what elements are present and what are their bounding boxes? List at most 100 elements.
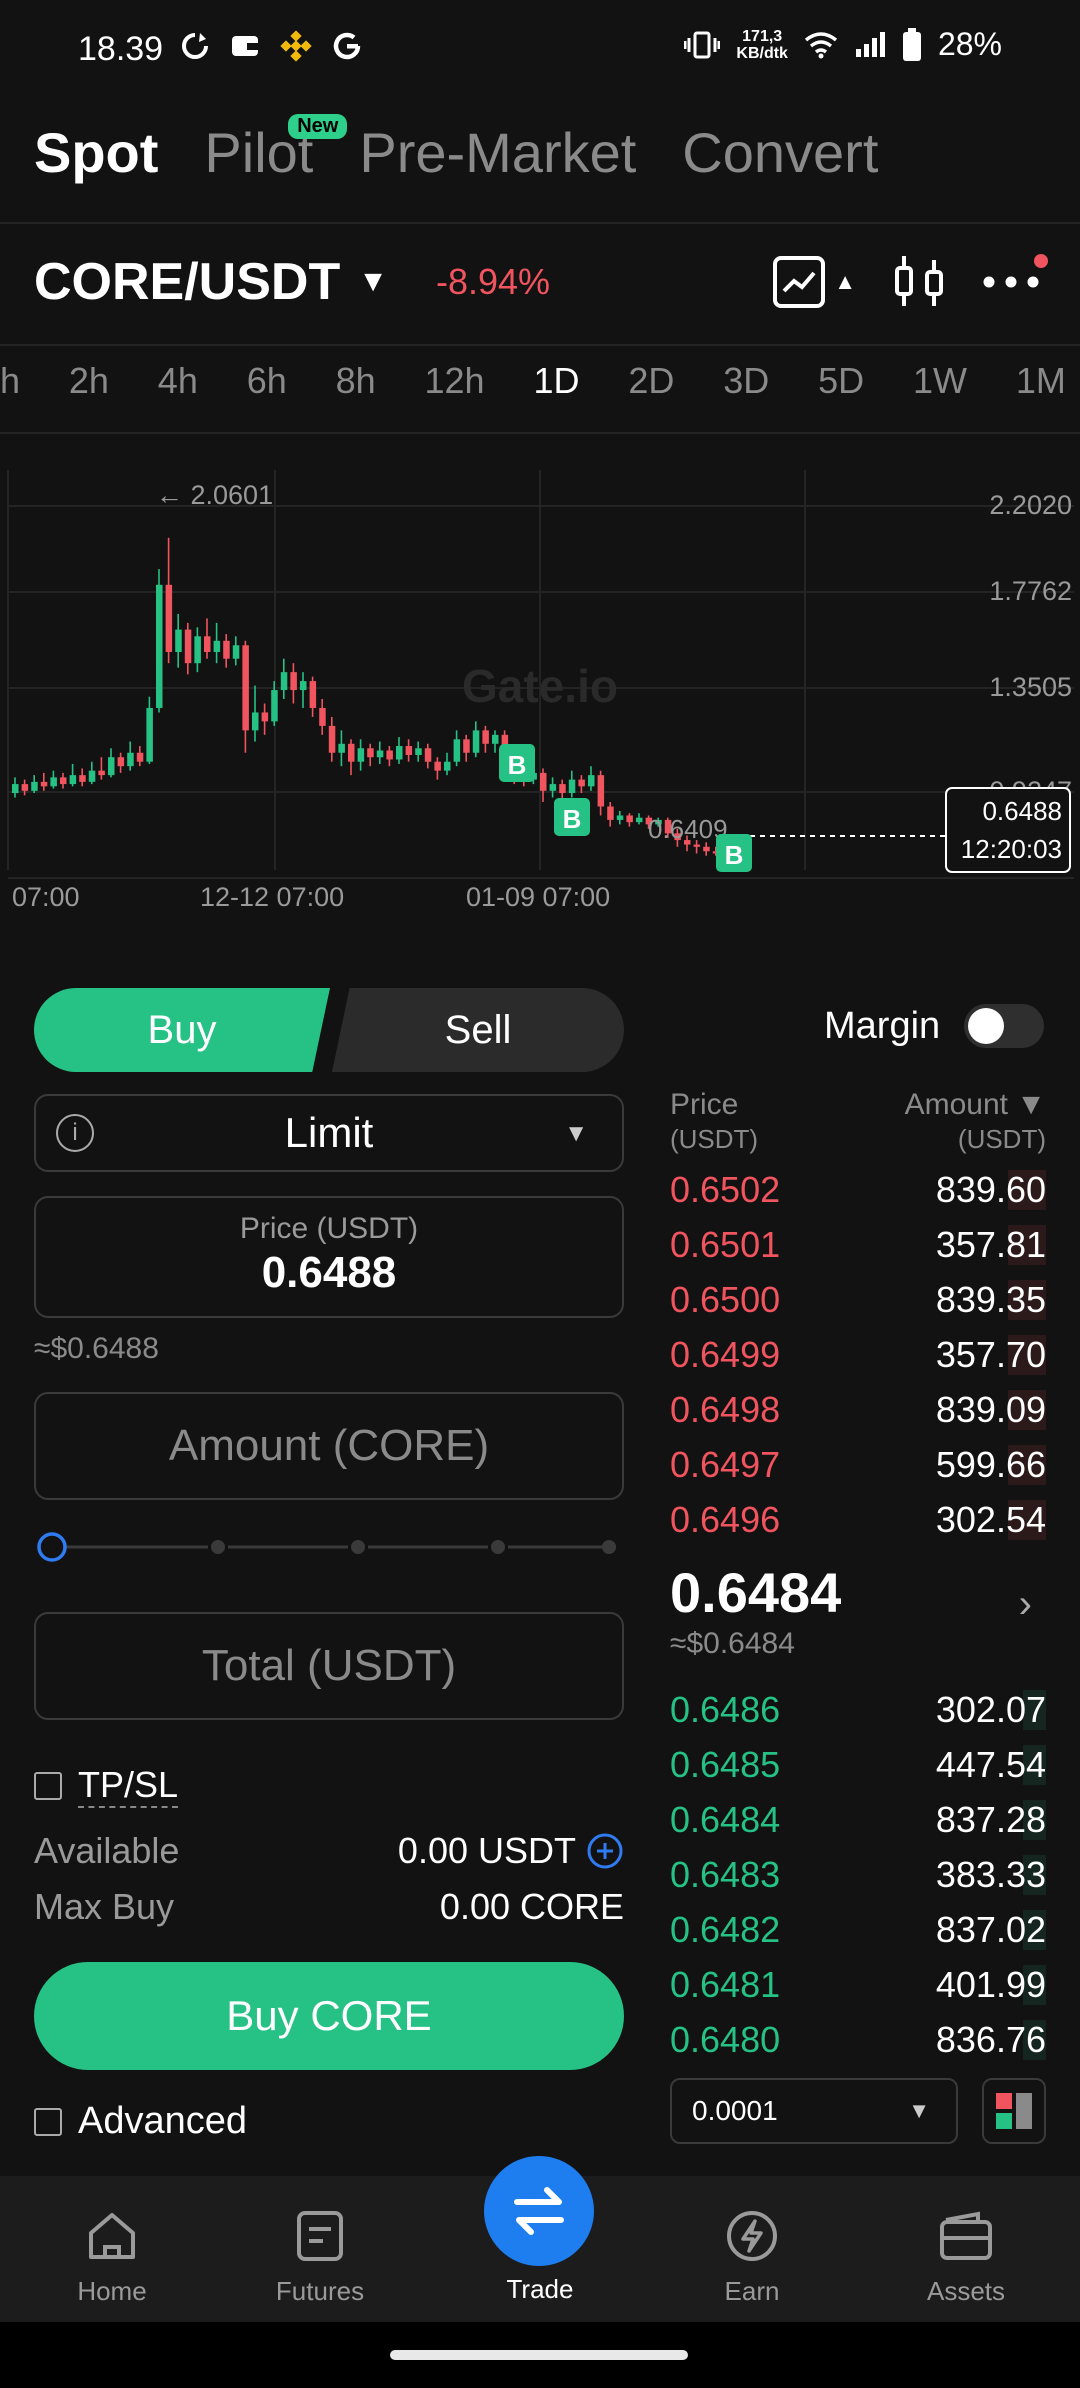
sell-tab[interactable]: Sell — [332, 988, 624, 1072]
tpsl-checkbox[interactable] — [34, 1772, 62, 1800]
timeframe-4h[interactable]: 4h — [158, 360, 198, 402]
tab-convert[interactable]: Convert — [682, 120, 878, 185]
book-layout-icon — [996, 2093, 1032, 2129]
nav-earn[interactable]: Earn — [672, 2206, 832, 2307]
ask-row[interactable]: 0.6501 357.81 — [670, 1217, 1046, 1272]
tab-spot[interactable]: Spot — [34, 120, 158, 185]
candle-body — [559, 784, 566, 794]
price-chart[interactable]: Gate.io2.20201.77621.35050.924707:0012-1… — [0, 470, 1080, 925]
candle-body — [424, 748, 432, 762]
timeframe-3D[interactable]: 3D — [723, 360, 769, 402]
amount-input[interactable]: Amount (CORE) — [34, 1392, 624, 1500]
buy-tab[interactable]: Buy — [34, 988, 330, 1072]
candle-body — [165, 584, 173, 652]
ask-row[interactable]: 0.6497 599.66 — [670, 1437, 1046, 1492]
candle-body — [98, 770, 105, 776]
network-speed-unit: KB/dtk — [736, 44, 788, 62]
candle-body — [453, 739, 461, 762]
ask-amount: 599.66 — [935, 1443, 1046, 1485]
advanced-checkbox[interactable] — [34, 2107, 62, 2136]
margin-toggle[interactable] — [964, 1004, 1045, 1048]
nav-futures[interactable]: Futures — [240, 2206, 400, 2307]
bid-row[interactable]: 0.6482 837.02 — [670, 1902, 1046, 1957]
bid-row[interactable]: 0.6483 383.33 — [670, 1847, 1046, 1902]
amount-header-label: Amount ▼ — [904, 1088, 1046, 1121]
ask-row[interactable]: 0.6502 839.60 — [670, 1162, 1046, 1217]
precision-select[interactable]: 0.0001 ▼ — [670, 2078, 958, 2144]
order-type-select[interactable]: i Limit ▼ — [34, 1094, 624, 1172]
timeframe-1D[interactable]: 1D — [533, 360, 579, 402]
price-label: Price (USDT) — [239, 1212, 419, 1245]
sync-icon — [182, 33, 208, 59]
ask-row[interactable]: 0.6496 302.54 — [670, 1492, 1046, 1547]
price-approx-usd: ≈$0.6488 — [34, 1332, 159, 1365]
timeframe-6h[interactable]: 6h — [247, 360, 287, 402]
candle-body — [616, 815, 624, 820]
ask-row[interactable]: 0.6500 839.35 — [670, 1272, 1046, 1327]
timeframe-12h[interactable]: 12h — [425, 360, 485, 402]
candle-body — [146, 707, 153, 762]
bid-row[interactable]: 0.6484 837.28 — [670, 1792, 1046, 1847]
candle-body — [117, 757, 125, 767]
timeframe-2h[interactable]: 2h — [69, 360, 109, 402]
tab-pre-market[interactable]: Pre-Market — [359, 120, 636, 185]
amount-column-header[interactable]: Amount ▼ (USDT) — [905, 1088, 1046, 1156]
more-icon[interactable] — [982, 275, 1040, 289]
total-input[interactable]: Total (USDT) — [34, 1612, 624, 1720]
ask-row[interactable]: 0.6499 357.70 — [670, 1327, 1046, 1382]
book-layout-button[interactable] — [982, 2078, 1046, 2144]
bid-price: 0.6482 — [670, 1908, 781, 1950]
price-column-header: Price (USDT) — [670, 1088, 758, 1156]
chart-toggle-button[interactable]: ▲ — [772, 255, 856, 309]
timeframe-1M[interactable]: 1M — [1016, 360, 1066, 402]
candle-body — [175, 629, 182, 652]
timeframe-1W[interactable]: 1W — [913, 360, 967, 402]
candle-body — [319, 707, 326, 726]
bid-row[interactable]: 0.6486 302.07 — [670, 1682, 1046, 1737]
candle-body — [588, 775, 595, 787]
timeframe-2D[interactable]: 2D — [628, 360, 674, 402]
tab-pilot[interactable]: Pilot New — [204, 114, 348, 185]
candle-body — [40, 781, 48, 787]
wifi-icon — [804, 31, 838, 58]
candle-body — [367, 748, 374, 758]
candle-body — [194, 636, 201, 664]
buy-marker-label: B — [508, 750, 527, 780]
ask-row[interactable]: 0.6498 839.09 — [670, 1382, 1046, 1437]
tpsl-option[interactable]: TP/SL — [34, 1764, 179, 1808]
add-funds-icon[interactable] — [586, 1832, 624, 1870]
candle-body — [136, 752, 144, 762]
max-buy-label: Max Buy — [34, 1886, 175, 1927]
available-value: 0.00 USDT — [397, 1830, 576, 1871]
bid-row[interactable]: 0.6480 836.76 — [670, 2012, 1046, 2067]
timeframe-h[interactable]: h — [0, 360, 20, 402]
advanced-option[interactable]: Advanced — [34, 2100, 247, 2143]
bid-amount: 383.33 — [935, 1853, 1046, 1895]
buy-core-button[interactable]: Buy CORE — [34, 1962, 624, 2070]
candle-body — [204, 636, 211, 652]
price-input[interactable]: Price (USDT) 0.6488 — [34, 1196, 624, 1318]
nav-earn-label: Earn — [724, 2276, 780, 2306]
candlestick-icon[interactable] — [892, 254, 946, 310]
nav-trade[interactable] — [484, 2156, 594, 2266]
candle-body — [472, 730, 480, 753]
timeframe-5D[interactable]: 5D — [818, 360, 864, 402]
pair-toolbar: ▲ — [772, 254, 1040, 310]
status-bar: 18.39 171,3 KB/dtk 28% — [0, 0, 1080, 100]
home-indicator[interactable] — [390, 2350, 688, 2360]
pair-selector[interactable]: CORE/USDT ▼ -8.94% — [34, 252, 550, 312]
candle-body — [290, 672, 297, 691]
bid-row[interactable]: 0.6481 401.99 — [670, 1957, 1046, 2012]
amount-slider[interactable] — [34, 1532, 624, 1562]
x-axis-tick: 12-12 07:00 — [200, 882, 344, 912]
bid-row[interactable]: 0.6485 447.54 — [670, 1737, 1046, 1792]
nav-home[interactable]: Home — [32, 2206, 192, 2307]
nav-assets[interactable]: Assets — [886, 2206, 1046, 2307]
tpsl-label: TP/SL — [78, 1764, 179, 1808]
amount-header-unit: (USDT) — [957, 1124, 1046, 1154]
mid-price[interactable]: 0.6484 ≈$0.6484 › — [670, 1560, 1046, 1661]
mid-price-value: 0.6484 — [670, 1561, 842, 1624]
chevron-right-icon: › — [1018, 1582, 1032, 1626]
timeframe-8h[interactable]: 8h — [336, 360, 376, 402]
info-icon[interactable]: i — [56, 1114, 94, 1152]
